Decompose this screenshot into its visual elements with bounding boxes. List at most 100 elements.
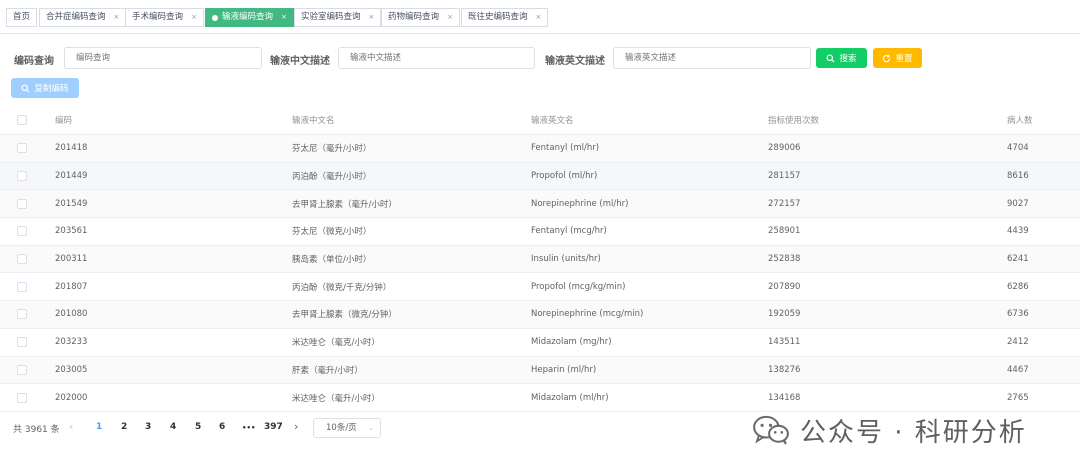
cell-en-name: Fentanyl (ml/hr) bbox=[531, 143, 600, 154]
page-2[interactable]: 2 bbox=[121, 422, 127, 432]
next-page-button[interactable]: › bbox=[294, 420, 298, 433]
tab-drug-code[interactable]: 药物编码查询 × bbox=[381, 8, 460, 27]
header-code[interactable]: 编码 bbox=[55, 106, 72, 134]
page-5[interactable]: 5 bbox=[195, 422, 201, 432]
cell-en-name: Fentanyl (mcg/hr) bbox=[531, 226, 607, 237]
wechat-watermark: 公众号 · 科研分析 bbox=[752, 410, 1027, 450]
cell-en-name: Midazolam (ml/hr) bbox=[531, 392, 609, 403]
close-icon[interactable]: × bbox=[447, 9, 453, 26]
row-checkbox[interactable] bbox=[17, 364, 27, 375]
table-row[interactable]: 203005 肝素（毫升/小时） Heparin (ml/hr) 138276 4467 bbox=[0, 356, 1080, 385]
page-1[interactable]: 1 bbox=[96, 422, 102, 432]
tab-lab-code[interactable]: 实验室编码查询 × bbox=[294, 8, 382, 27]
table-row[interactable]: 201080 去甲肾上腺素（微克/分钟） Norepinephrine (mcg/m… bbox=[0, 301, 1080, 329]
cell-patient-count: 6286 bbox=[1007, 281, 1029, 292]
cell-usage-count: 138276 bbox=[768, 364, 801, 375]
close-icon[interactable]: × bbox=[114, 9, 120, 26]
cell-cn-name: 芬太尼（微克/小时） bbox=[292, 227, 372, 238]
tab-label: 合并症编码查询 bbox=[46, 12, 106, 22]
table-row[interactable]: 203233 米达唑仑（毫克/小时） Midazolam (mg/hr) 143511… bbox=[0, 329, 1080, 357]
row-checkbox[interactable] bbox=[17, 337, 27, 348]
pagination: 共 3961 条 ‹ 1 2 3 4 5 6 ••• 397 › 10条/页 ⌄ bbox=[0, 418, 700, 440]
cell-usage-count: 258901 bbox=[768, 226, 801, 237]
cell-patient-count: 6241 bbox=[1007, 254, 1029, 265]
cell-code: 202000 bbox=[55, 392, 88, 403]
cell-usage-count: 281157 bbox=[768, 171, 801, 182]
table-header: 编码 输液中文名 输液英文名 指标使用次数 病人数 bbox=[0, 106, 1080, 135]
table-row[interactable]: 201549 去甲肾上腺素（毫升/小时） Norepinephrine (ml/hr… bbox=[0, 190, 1080, 219]
tab-label: 手术编码查询 bbox=[132, 12, 184, 22]
table-row[interactable]: 202000 米达唑仑（毫升/小时） Midazolam (ml/hr) 134168… bbox=[0, 384, 1080, 412]
header-cn-name[interactable]: 输液中文名 bbox=[292, 106, 335, 134]
cell-code: 201449 bbox=[55, 171, 88, 182]
cell-usage-count: 272157 bbox=[768, 198, 801, 209]
row-checkbox[interactable] bbox=[17, 254, 27, 265]
table-row[interactable]: 200311 胰岛素（单位/小时） Insulin (units/hr) 252838… bbox=[0, 245, 1080, 274]
header-en-name[interactable]: 输液英文名 bbox=[531, 106, 574, 134]
total-count: 共 3961 条 bbox=[13, 425, 60, 435]
page-last[interactable]: 397 bbox=[264, 422, 283, 432]
cell-code: 201807 bbox=[55, 281, 88, 292]
close-icon[interactable]: × bbox=[369, 9, 375, 26]
page-size-select[interactable]: 10条/页 ⌄ bbox=[313, 418, 381, 438]
row-checkbox[interactable] bbox=[17, 171, 27, 182]
cell-usage-count: 207890 bbox=[768, 281, 801, 292]
cell-cn-name: 肝素（毫升/小时） bbox=[292, 365, 363, 376]
page-size-value: 10条/页 bbox=[326, 423, 357, 433]
cell-en-name: Propofol (mcg/kg/min) bbox=[531, 281, 626, 292]
row-checkbox[interactable] bbox=[17, 392, 27, 403]
tab-history-code[interactable]: 既往史编码查询 × bbox=[461, 8, 549, 27]
cell-usage-count: 134168 bbox=[768, 392, 801, 403]
page-4[interactable]: 4 bbox=[170, 422, 176, 432]
page-6[interactable]: 6 bbox=[219, 422, 225, 432]
select-all-checkbox[interactable] bbox=[17, 115, 27, 125]
search-button[interactable]: 搜索 bbox=[816, 48, 867, 68]
search-icon bbox=[826, 53, 835, 63]
cell-en-name: Insulin (units/hr) bbox=[531, 254, 601, 265]
row-checkbox[interactable] bbox=[17, 281, 27, 292]
tab-label: 既往史编码查询 bbox=[468, 12, 528, 22]
row-checkbox[interactable] bbox=[17, 198, 27, 209]
header-patient-count[interactable]: 病人数 bbox=[1007, 106, 1033, 134]
cn-desc-input[interactable] bbox=[338, 47, 535, 69]
table-row[interactable]: 201449 丙泊酚（毫升/小时） Propofol (ml/hr) 281157 86… bbox=[0, 162, 1080, 191]
table-body: 201418 芬太尼（毫升/小时） Fentanyl (ml/hr) 289006 47… bbox=[0, 135, 1080, 412]
refresh-icon bbox=[883, 54, 891, 62]
cell-code: 201418 bbox=[55, 143, 88, 154]
table-row[interactable]: 201418 芬太尼（毫升/小时） Fentanyl (ml/hr) 289006 47… bbox=[0, 135, 1080, 163]
code-query-input[interactable] bbox=[64, 47, 262, 69]
tab-home[interactable]: 首页 bbox=[6, 8, 38, 27]
infusion-code-table: 编码 输液中文名 输液英文名 指标使用次数 病人数 201418 芬太尼（毫升/小… bbox=[0, 106, 1080, 412]
table-row[interactable]: 203561 芬太尼（微克/小时） Fentanyl (mcg/hr) 258901 4… bbox=[0, 218, 1080, 246]
table-row[interactable]: 201807 丙泊酚（微克/千克/分钟） Propofol (mcg/kg/min)… bbox=[0, 273, 1080, 302]
tab-surgery-code[interactable]: 手术编码查询 × bbox=[125, 8, 204, 27]
reset-button[interactable]: 重置 bbox=[873, 48, 922, 68]
cell-cn-name: 去甲肾上腺素（微克/分钟） bbox=[292, 310, 397, 321]
cell-code: 203233 bbox=[55, 337, 88, 348]
cell-code: 201549 bbox=[55, 198, 88, 209]
en-desc-input[interactable] bbox=[613, 47, 811, 69]
copy-code-button-label: 复制编码 bbox=[34, 83, 69, 93]
page-3[interactable]: 3 bbox=[145, 422, 151, 432]
row-checkbox[interactable] bbox=[17, 309, 27, 320]
tab-infusion-code[interactable]: 输液编码查询 × bbox=[205, 8, 294, 27]
cell-usage-count: 289006 bbox=[768, 143, 801, 154]
cell-en-name: Propofol (ml/hr) bbox=[531, 171, 598, 182]
close-icon[interactable]: × bbox=[536, 9, 542, 26]
cell-en-name: Heparin (ml/hr) bbox=[531, 364, 597, 375]
cell-code: 201080 bbox=[55, 309, 88, 320]
row-checkbox[interactable] bbox=[17, 143, 27, 154]
cell-usage-count: 192059 bbox=[768, 309, 801, 320]
close-icon[interactable]: × bbox=[191, 9, 197, 26]
more-pages-button[interactable]: ••• bbox=[242, 424, 255, 432]
close-icon[interactable]: × bbox=[281, 9, 287, 26]
header-usage-count[interactable]: 指标使用次数 bbox=[768, 106, 819, 134]
row-checkbox[interactable] bbox=[17, 226, 27, 237]
copy-code-button[interactable]: 复制编码 bbox=[11, 78, 79, 98]
active-dot-icon bbox=[212, 14, 218, 21]
cell-cn-name: 去甲肾上腺素（毫升/小时） bbox=[292, 199, 397, 210]
cell-patient-count: 2765 bbox=[1007, 392, 1029, 403]
en-desc-label: 输液英文描述 bbox=[545, 56, 605, 67]
prev-page-button[interactable]: ‹ bbox=[69, 420, 73, 433]
tab-comorbidity-code[interactable]: 合并症编码查询 × bbox=[39, 8, 127, 27]
